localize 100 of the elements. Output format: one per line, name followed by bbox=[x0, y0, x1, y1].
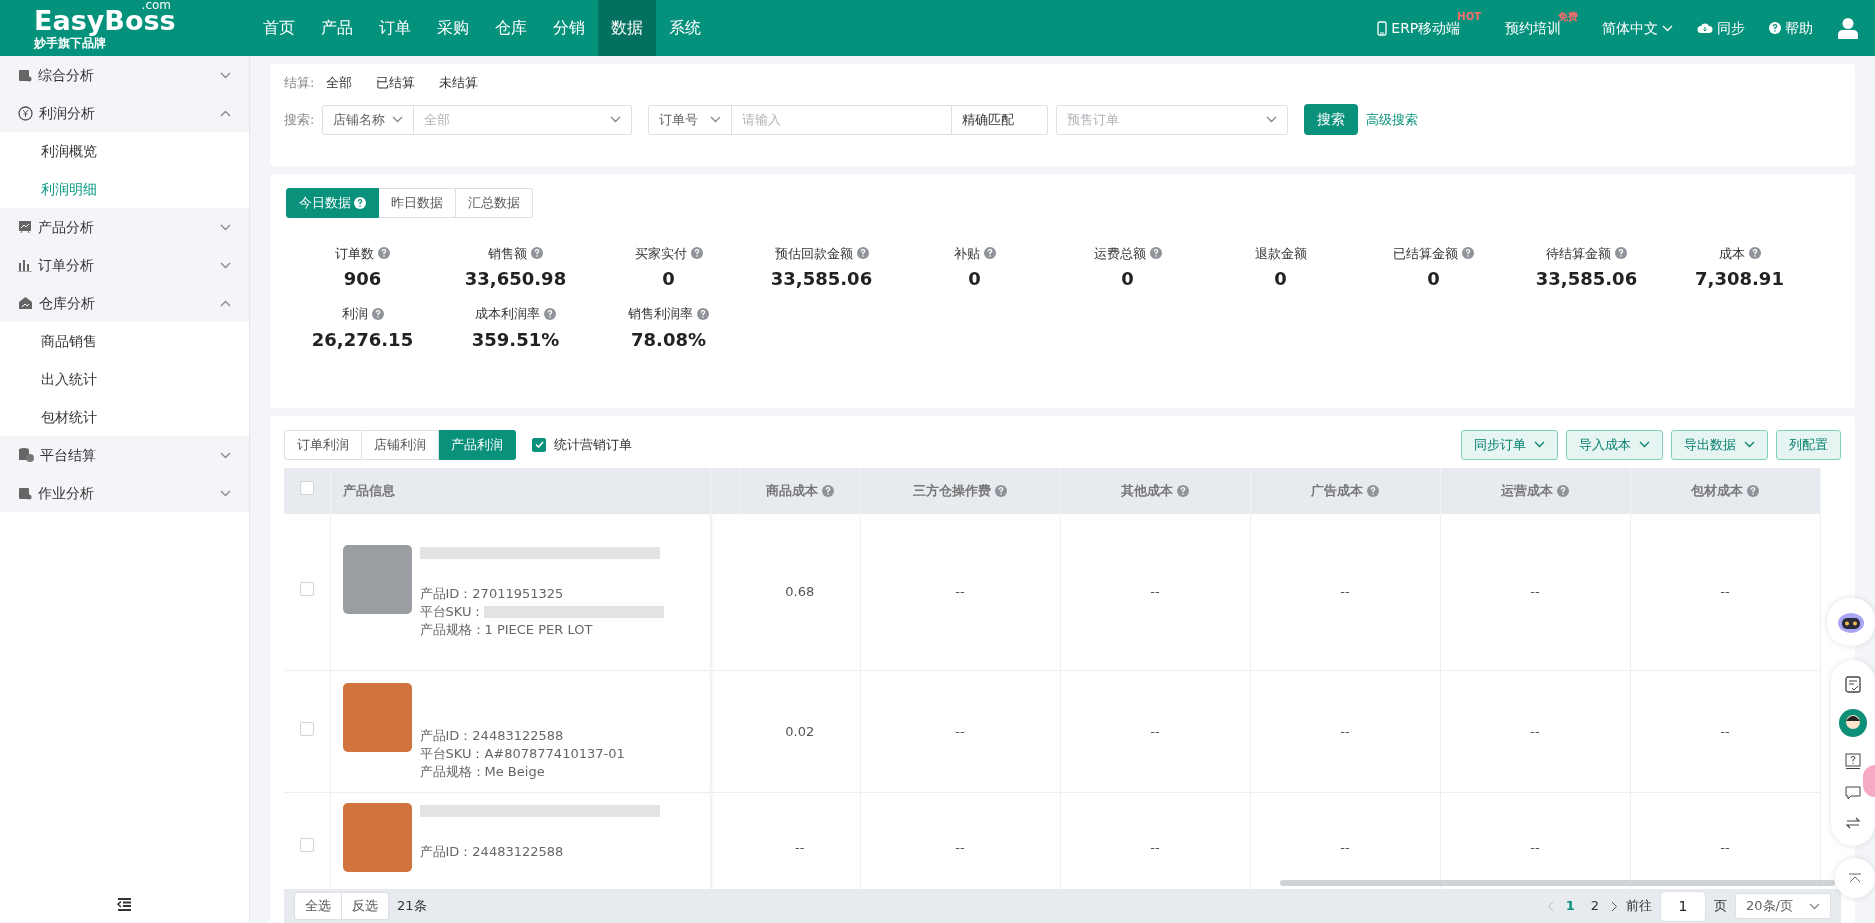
nav-tab[interactable]: 产品 bbox=[308, 0, 366, 56]
help-icon[interactable] bbox=[378, 247, 390, 260]
filter-label: 结算: bbox=[284, 74, 315, 93]
metric-value: 0 bbox=[1273, 267, 1288, 291]
invert-selection-button[interactable]: 反选 bbox=[342, 892, 389, 920]
search-button[interactable]: 搜索 bbox=[1304, 104, 1359, 135]
help-icon[interactable] bbox=[1149, 247, 1162, 260]
profit-tab[interactable]: 店铺利润 bbox=[362, 430, 439, 460]
help-icon[interactable] bbox=[371, 307, 384, 320]
chevron-down-icon bbox=[1744, 441, 1755, 449]
sidebar-group[interactable]: 作业分析 bbox=[0, 474, 249, 512]
chat-icon[interactable] bbox=[1845, 786, 1861, 800]
row-checkbox[interactable] bbox=[299, 582, 314, 596]
metric-label: 补贴 bbox=[953, 244, 980, 263]
sidebar-group[interactable]: 利润分析 bbox=[0, 94, 249, 132]
previous-page-icon[interactable] bbox=[1546, 900, 1554, 912]
horizontal-scrollbar[interactable] bbox=[1280, 880, 1835, 886]
row-checkbox[interactable] bbox=[299, 837, 314, 852]
sidebar-group[interactable]: 综合分析 bbox=[0, 56, 249, 94]
sidebar-item[interactable]: 包材统计 bbox=[0, 398, 249, 436]
metric-value: 33,585.06 bbox=[1534, 267, 1639, 291]
back-to-top-button[interactable] bbox=[1835, 858, 1875, 898]
select-all-button[interactable]: 全选 bbox=[294, 892, 342, 920]
shop-select[interactable]: 店铺名称 bbox=[322, 104, 415, 135]
nav-tab[interactable]: 数据 bbox=[598, 0, 656, 56]
help-icon[interactable] bbox=[1367, 484, 1379, 497]
help-icon[interactable] bbox=[1177, 484, 1189, 497]
select-all-checkbox[interactable] bbox=[299, 480, 314, 495]
user-icon[interactable] bbox=[1837, 17, 1859, 39]
help-icon[interactable] bbox=[544, 307, 556, 320]
help-icon[interactable] bbox=[1769, 22, 1781, 34]
nav-tab[interactable]: 采购 bbox=[424, 0, 482, 56]
sidebar-item[interactable]: 利润概览 bbox=[0, 132, 249, 170]
help-icon[interactable] bbox=[856, 247, 869, 260]
help-icon[interactable] bbox=[697, 307, 709, 320]
column-header: 广告成本 bbox=[1311, 481, 1363, 500]
sidebar-group[interactable]: 产品分析 bbox=[0, 208, 249, 246]
action-button[interactable]: 列配置 bbox=[1776, 430, 1841, 460]
action-button[interactable]: 导入成本 bbox=[1566, 430, 1663, 460]
help-icon[interactable] bbox=[690, 247, 703, 260]
action-button[interactable]: 导出数据 bbox=[1671, 430, 1768, 460]
profit-tab[interactable]: 订单利润 bbox=[284, 430, 362, 460]
data-tab[interactable]: 汇总数据 bbox=[456, 188, 533, 218]
chevron-down-icon bbox=[1662, 24, 1673, 32]
table-cell: -- bbox=[1720, 584, 1730, 599]
nav-tab[interactable]: 系统 bbox=[656, 0, 714, 56]
next-page-icon[interactable] bbox=[1611, 900, 1618, 912]
help-icon[interactable] bbox=[354, 196, 366, 209]
settle-option[interactable]: 未结算 bbox=[439, 73, 479, 93]
nav-tab[interactable]: 订单 bbox=[366, 0, 424, 56]
order-input-field[interactable]: 请输入 bbox=[732, 104, 953, 135]
page-size-select[interactable]: 20条/页 bbox=[1735, 893, 1831, 919]
data-tab[interactable]: 昨日数据 bbox=[379, 188, 456, 218]
collapse-menu-icon[interactable] bbox=[117, 898, 132, 911]
checkbox[interactable] bbox=[532, 437, 546, 452]
help-icon[interactable] bbox=[531, 247, 543, 260]
sidebar-group[interactable]: 订单分析 bbox=[0, 246, 249, 284]
metric-value: 906 bbox=[342, 267, 383, 291]
nav-tab[interactable]: 分销 bbox=[540, 0, 598, 56]
help-icon[interactable] bbox=[1748, 247, 1761, 260]
header-link[interactable]: 帮助 bbox=[1769, 17, 1813, 39]
agent-avatar-icon[interactable] bbox=[1839, 709, 1867, 737]
sidebar-group[interactable]: 平台结算 bbox=[0, 436, 249, 474]
help-icon[interactable] bbox=[1615, 247, 1627, 260]
help-icon[interactable] bbox=[1462, 247, 1474, 260]
header-link[interactable]: 简体中文 bbox=[1602, 17, 1673, 39]
shop-dropdown[interactable]: 全部 bbox=[414, 104, 633, 135]
metric-label: 预估回款金额 bbox=[774, 244, 853, 263]
match-mode-select[interactable]: 精确匹配 bbox=[952, 104, 1049, 135]
settle-option[interactable]: 已结算 bbox=[376, 73, 416, 93]
order-select[interactable]: 订单号 bbox=[648, 104, 733, 135]
chevron-up-icon bbox=[220, 299, 231, 307]
help-icon[interactable] bbox=[1557, 484, 1569, 497]
presale-select[interactable]: 预售订单 bbox=[1056, 104, 1289, 135]
advanced-search-link[interactable]: 高级搜索 bbox=[1366, 109, 1419, 130]
help-document-icon[interactable] bbox=[1845, 753, 1861, 770]
row-checkbox[interactable] bbox=[299, 721, 314, 736]
help-icon[interactable] bbox=[1747, 484, 1759, 497]
goto-label: 前往 bbox=[1626, 897, 1652, 916]
checklist-icon[interactable] bbox=[1845, 676, 1861, 693]
data-tab[interactable]: 今日数据 bbox=[286, 188, 379, 218]
page-input[interactable]: 1 bbox=[1660, 890, 1706, 922]
nav-tab[interactable]: 仓库 bbox=[482, 0, 540, 56]
swap-icon[interactable] bbox=[1845, 816, 1861, 830]
settle-option[interactable]: 全部 bbox=[326, 73, 353, 93]
sidebar-item[interactable]: 利润明细 bbox=[0, 170, 249, 208]
sidebar-item[interactable]: 商品销售 bbox=[0, 322, 249, 360]
action-button[interactable]: 同步订单 bbox=[1461, 430, 1558, 460]
table-cell: -- bbox=[1720, 723, 1730, 739]
sidebar-item[interactable]: 出入统计 bbox=[0, 360, 249, 398]
header-link[interactable]: 同步 bbox=[1697, 17, 1745, 39]
sidebar-group[interactable]: 仓库分析 bbox=[0, 284, 249, 322]
profit-tab[interactable]: 产品利润 bbox=[439, 430, 516, 460]
nav-tab[interactable]: 首页 bbox=[250, 0, 308, 56]
help-icon[interactable] bbox=[995, 484, 1007, 497]
metric-label: 退款金额 bbox=[1254, 244, 1307, 263]
page-number[interactable]: 2 bbox=[1586, 896, 1603, 916]
help-icon[interactable] bbox=[983, 247, 996, 260]
help-icon[interactable] bbox=[822, 484, 834, 497]
assistant-button[interactable] bbox=[1827, 598, 1875, 646]
